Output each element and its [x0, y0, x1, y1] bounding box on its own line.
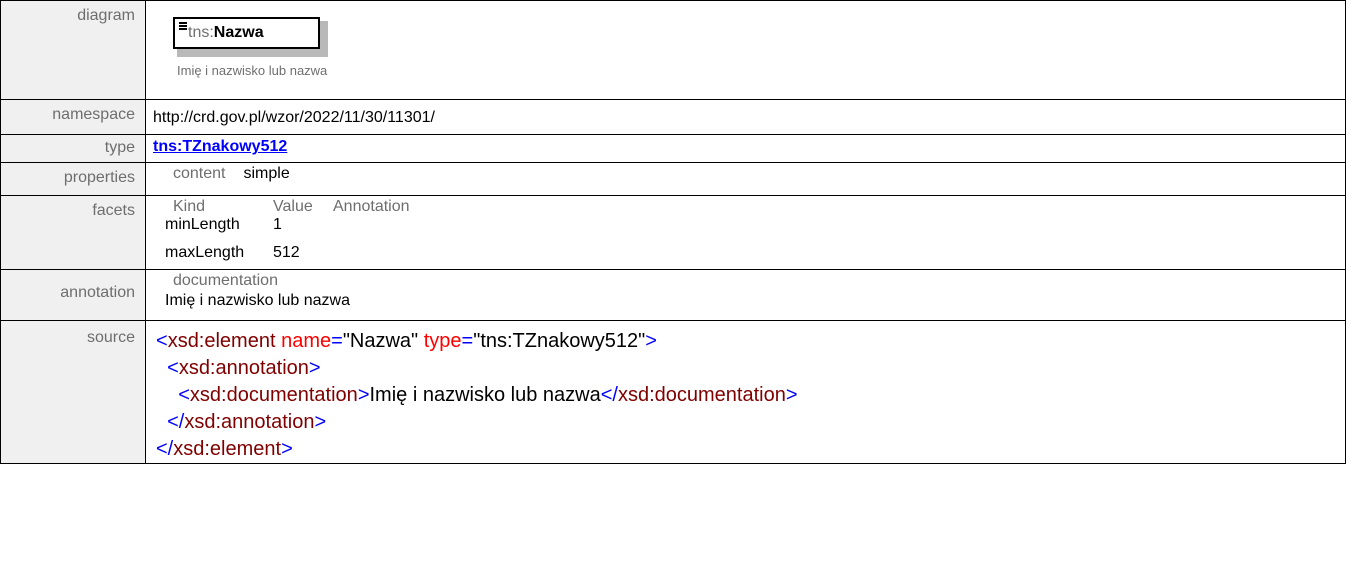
- facets-row: facets Kind Value Annotation minLength 1…: [0, 195, 1346, 270]
- row-label-diagram: diagram: [0, 0, 146, 100]
- property-value: simple: [243, 165, 290, 182]
- facet-kind: maxLength: [165, 244, 245, 261]
- type-link[interactable]: tns:TZnakowy512: [153, 135, 287, 156]
- element-prefix: tns:: [188, 24, 214, 41]
- source-line: <xsd:documentation>Imię i nazwisko lub n…: [178, 384, 798, 406]
- namespace-row: namespace http://crd.gov.pl/wzor/2022/11…: [0, 99, 1346, 135]
- source-code: <xsd:element name="Nazwa" type="tns:TZna…: [153, 321, 1345, 463]
- row-label-properties: properties: [0, 162, 146, 196]
- annotation-text: Imię i nazwisko lub nazwa: [165, 292, 350, 309]
- source-line: </xsd:element>: [156, 438, 293, 460]
- element-name: tns:Nazwa: [188, 24, 264, 42]
- annotation-block: documentation Imię i nazwisko lub nazwa: [153, 270, 1345, 320]
- facets-table: Kind Value Annotation minLength 1 maxLen…: [153, 196, 1345, 269]
- properties-row: properties content simple: [0, 162, 1346, 196]
- source-line: </xsd:annotation>: [167, 411, 327, 433]
- diagram-row: diagram tns:Nazwa Imię i nazwisko lub na…: [0, 0, 1346, 100]
- annotation-heading: documentation: [173, 272, 278, 289]
- namespace-value: http://crd.gov.pl/wzor/2022/11/30/11301/: [153, 109, 435, 126]
- row-label-namespace: namespace: [0, 99, 146, 135]
- facet-value: 512: [273, 244, 300, 261]
- element-doc-table: diagram tns:Nazwa Imię i nazwisko lub na…: [0, 0, 1346, 464]
- annotation-row: annotation documentation Imię i nazwisko…: [0, 269, 1346, 321]
- properties-line: content simple: [153, 163, 1345, 183]
- row-label-type: type: [0, 134, 146, 163]
- facet-kind: minLength: [165, 216, 240, 233]
- row-label-facets: facets: [0, 195, 146, 270]
- facet-value: 1: [273, 216, 282, 233]
- type-row: type tns:TZnakowy512: [0, 134, 1346, 163]
- list-lines-icon: [179, 22, 187, 31]
- property-key: content: [173, 165, 226, 182]
- facets-header-kind: Kind: [173, 198, 206, 215]
- row-label-source: source: [0, 320, 146, 464]
- element-local-name: Nazwa: [213, 24, 264, 41]
- facets-header-annotation: Annotation: [333, 198, 410, 215]
- element-diagram: tns:Nazwa Imię i nazwisko lub nazwa: [153, 1, 1345, 99]
- source-line: <xsd:annotation>: [167, 357, 321, 379]
- source-line: <xsd:element name="Nazwa" type="tns:TZna…: [156, 330, 657, 352]
- row-label-annotation: annotation: [0, 269, 146, 321]
- element-doc-caption: Imię i nazwisko lub nazwa: [177, 63, 328, 78]
- element-box[interactable]: tns:Nazwa: [173, 17, 320, 49]
- diagram-cell: tns:Nazwa Imię i nazwisko lub nazwa: [145, 0, 1346, 100]
- facets-header-value: Value: [273, 198, 313, 215]
- source-row: source <xsd:element name="Nazwa" type="t…: [0, 320, 1346, 464]
